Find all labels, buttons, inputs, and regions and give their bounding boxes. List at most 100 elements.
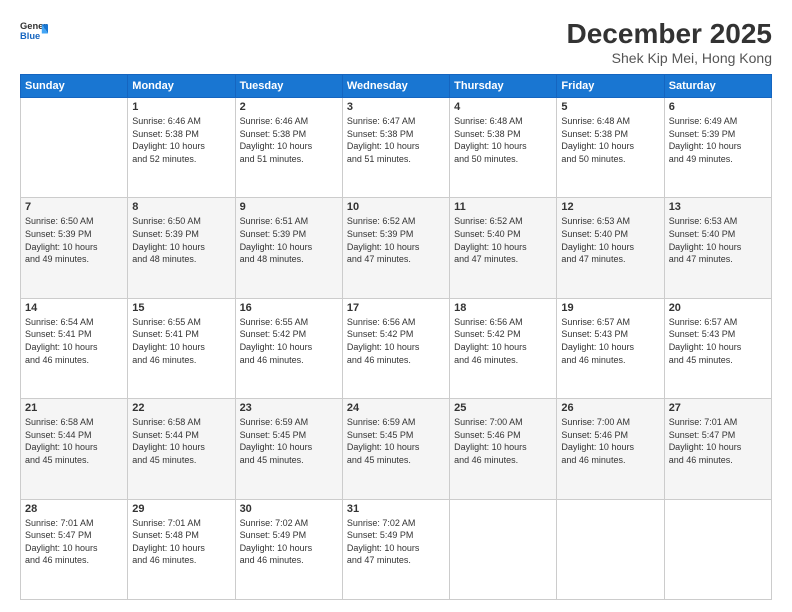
col-sunday: Sunday: [21, 75, 128, 98]
day-info: Sunrise: 6:56 AM Sunset: 5:42 PM Dayligh…: [347, 316, 445, 366]
day-info: Sunrise: 6:59 AM Sunset: 5:45 PM Dayligh…: [347, 416, 445, 466]
day-info: Sunrise: 6:48 AM Sunset: 5:38 PM Dayligh…: [454, 115, 552, 165]
day-number: 1: [132, 101, 230, 113]
day-info: Sunrise: 6:48 AM Sunset: 5:38 PM Dayligh…: [561, 115, 659, 165]
table-row: 31Sunrise: 7:02 AM Sunset: 5:49 PM Dayli…: [342, 499, 449, 599]
day-number: 21: [25, 402, 123, 414]
table-row: 2 Sunrise: 6:46 AM Sunset: 5:38 PM Daylig…: [235, 98, 342, 198]
day-number: 18: [454, 302, 552, 314]
day-number: 24: [347, 402, 445, 414]
day-number: 25: [454, 402, 552, 414]
day-number: 19: [561, 302, 659, 314]
day-number: 4: [454, 101, 552, 113]
day-info: Sunrise: 6:46 AM Sunset: 5:38 PM Dayligh…: [240, 115, 338, 165]
day-number: 8: [132, 201, 230, 213]
day-number: 9: [240, 201, 338, 213]
day-number: 7: [25, 201, 123, 213]
header: General Blue December 2025 Shek Kip Mei,…: [20, 18, 772, 66]
day-info: Sunrise: 6:46 AM Sunset: 5:38 PM Dayligh…: [132, 115, 230, 165]
day-number: 29: [132, 503, 230, 515]
day-number: 13: [669, 201, 767, 213]
day-info: Sunrise: 6:58 AM Sunset: 5:44 PM Dayligh…: [132, 416, 230, 466]
day-info: Sunrise: 6:58 AM Sunset: 5:44 PM Dayligh…: [25, 416, 123, 466]
table-row: 4 Sunrise: 6:48 AM Sunset: 5:38 PM Daylig…: [450, 98, 557, 198]
svg-text:Blue: Blue: [20, 31, 40, 41]
day-info: Sunrise: 6:51 AM Sunset: 5:39 PM Dayligh…: [240, 215, 338, 265]
calendar-week-row: 7 Sunrise: 6:50 AM Sunset: 5:39 PM Daylig…: [21, 198, 772, 298]
day-info: Sunrise: 6:53 AM Sunset: 5:40 PM Dayligh…: [669, 215, 767, 265]
day-number: 10: [347, 201, 445, 213]
table-row: 3 Sunrise: 6:47 AM Sunset: 5:38 PM Daylig…: [342, 98, 449, 198]
col-wednesday: Wednesday: [342, 75, 449, 98]
col-saturday: Saturday: [664, 75, 771, 98]
day-info: Sunrise: 7:00 AM Sunset: 5:46 PM Dayligh…: [561, 416, 659, 466]
day-info: Sunrise: 6:59 AM Sunset: 5:45 PM Dayligh…: [240, 416, 338, 466]
day-number: 3: [347, 101, 445, 113]
table-row: 13 Sunrise: 6:53 AM Sunset: 5:40 PM Dayli…: [664, 198, 771, 298]
table-row: [450, 499, 557, 599]
table-row: [664, 499, 771, 599]
day-number: 22: [132, 402, 230, 414]
day-info: Sunrise: 6:53 AM Sunset: 5:40 PM Dayligh…: [561, 215, 659, 265]
table-row: 7Sunrise: 6:50 AM Sunset: 5:39 PM Daylig…: [21, 198, 128, 298]
table-row: 30Sunrise: 7:02 AM Sunset: 5:49 PM Dayli…: [235, 499, 342, 599]
day-number: 11: [454, 201, 552, 213]
day-number: 14: [25, 302, 123, 314]
day-info: Sunrise: 6:56 AM Sunset: 5:42 PM Dayligh…: [454, 316, 552, 366]
day-info: Sunrise: 6:47 AM Sunset: 5:38 PM Dayligh…: [347, 115, 445, 165]
table-row: 27 Sunrise: 7:01 AM Sunset: 5:47 PM Dayli…: [664, 399, 771, 499]
day-number: 2: [240, 101, 338, 113]
table-row: 20 Sunrise: 6:57 AM Sunset: 5:43 PM Dayli…: [664, 298, 771, 398]
table-row: 22 Sunrise: 6:58 AM Sunset: 5:44 PM Dayli…: [128, 399, 235, 499]
table-row: 19 Sunrise: 6:57 AM Sunset: 5:43 PM Dayli…: [557, 298, 664, 398]
page: General Blue December 2025 Shek Kip Mei,…: [0, 0, 792, 612]
day-number: 12: [561, 201, 659, 213]
day-number: 15: [132, 302, 230, 314]
day-info: Sunrise: 6:57 AM Sunset: 5:43 PM Dayligh…: [561, 316, 659, 366]
day-info: Sunrise: 7:01 AM Sunset: 5:47 PM Dayligh…: [669, 416, 767, 466]
col-tuesday: Tuesday: [235, 75, 342, 98]
day-info: Sunrise: 7:01 AM Sunset: 5:47 PM Dayligh…: [25, 517, 123, 567]
day-info: Sunrise: 7:01 AM Sunset: 5:48 PM Dayligh…: [132, 517, 230, 567]
table-row: 9 Sunrise: 6:51 AM Sunset: 5:39 PM Daylig…: [235, 198, 342, 298]
day-number: 28: [25, 503, 123, 515]
day-number: 27: [669, 402, 767, 414]
day-info: Sunrise: 6:55 AM Sunset: 5:42 PM Dayligh…: [240, 316, 338, 366]
subtitle: Shek Kip Mei, Hong Kong: [567, 50, 772, 66]
table-row: 18 Sunrise: 6:56 AM Sunset: 5:42 PM Dayli…: [450, 298, 557, 398]
main-title: December 2025: [567, 18, 772, 50]
calendar-table: Sunday Monday Tuesday Wednesday Thursday…: [20, 74, 772, 600]
table-row: 8 Sunrise: 6:50 AM Sunset: 5:39 PM Daylig…: [128, 198, 235, 298]
table-row: 10 Sunrise: 6:52 AM Sunset: 5:39 PM Dayli…: [342, 198, 449, 298]
day-number: 23: [240, 402, 338, 414]
day-number: 6: [669, 101, 767, 113]
table-row: 26Sunrise: 7:00 AM Sunset: 5:46 PM Dayli…: [557, 399, 664, 499]
table-row: 28 Sunrise: 7:01 AM Sunset: 5:47 PM Dayli…: [21, 499, 128, 599]
table-row: 29 Sunrise: 7:01 AM Sunset: 5:48 PM Dayli…: [128, 499, 235, 599]
day-number: 30: [240, 503, 338, 515]
day-info: Sunrise: 7:02 AM Sunset: 5:49 PM Dayligh…: [347, 517, 445, 567]
logo: General Blue: [20, 18, 48, 46]
calendar-week-row: 28 Sunrise: 7:01 AM Sunset: 5:47 PM Dayli…: [21, 499, 772, 599]
calendar-week-row: 21 Sunrise: 6:58 AM Sunset: 5:44 PM Dayli…: [21, 399, 772, 499]
table-row: [557, 499, 664, 599]
table-row: 23 Sunrise: 6:59 AM Sunset: 5:45 PM Dayli…: [235, 399, 342, 499]
calendar-week-row: 14Sunrise: 6:54 AM Sunset: 5:41 PM Dayli…: [21, 298, 772, 398]
table-row: 17Sunrise: 6:56 AM Sunset: 5:42 PM Dayli…: [342, 298, 449, 398]
day-info: Sunrise: 6:57 AM Sunset: 5:43 PM Dayligh…: [669, 316, 767, 366]
table-row: 12 Sunrise: 6:53 AM Sunset: 5:40 PM Dayli…: [557, 198, 664, 298]
table-row: 16 Sunrise: 6:55 AM Sunset: 5:42 PM Dayli…: [235, 298, 342, 398]
table-row: [21, 98, 128, 198]
table-row: 14Sunrise: 6:54 AM Sunset: 5:41 PM Dayli…: [21, 298, 128, 398]
col-thursday: Thursday: [450, 75, 557, 98]
calendar-header-row: Sunday Monday Tuesday Wednesday Thursday…: [21, 75, 772, 98]
day-info: Sunrise: 6:52 AM Sunset: 5:39 PM Dayligh…: [347, 215, 445, 265]
table-row: 11 Sunrise: 6:52 AM Sunset: 5:40 PM Dayli…: [450, 198, 557, 298]
day-info: Sunrise: 6:50 AM Sunset: 5:39 PM Dayligh…: [132, 215, 230, 265]
day-number: 16: [240, 302, 338, 314]
day-info: Sunrise: 6:52 AM Sunset: 5:40 PM Dayligh…: [454, 215, 552, 265]
table-row: 15Sunrise: 6:55 AM Sunset: 5:41 PM Dayli…: [128, 298, 235, 398]
day-number: 20: [669, 302, 767, 314]
table-row: 25 Sunrise: 7:00 AM Sunset: 5:46 PM Dayli…: [450, 399, 557, 499]
day-info: Sunrise: 7:00 AM Sunset: 5:46 PM Dayligh…: [454, 416, 552, 466]
